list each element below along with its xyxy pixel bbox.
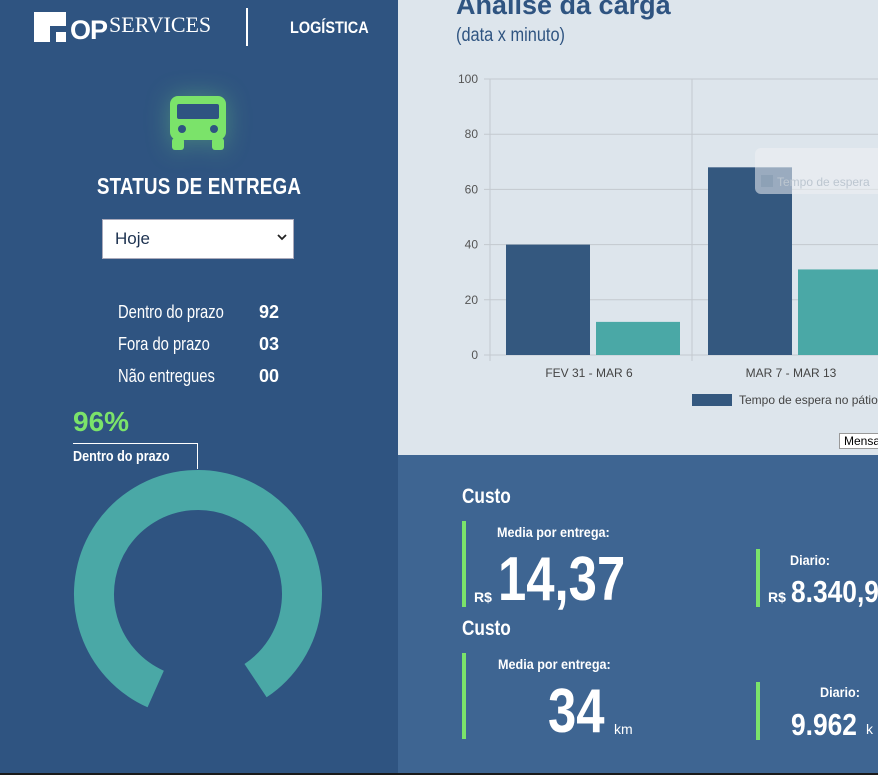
header-divider [246, 8, 248, 46]
accent-bar [462, 653, 466, 739]
callout-line [73, 443, 198, 444]
y-tick-label: 0 [471, 348, 478, 362]
stat-label: Fora do prazo [118, 333, 210, 354]
status-title: STATUS DE ENTREGA [96, 173, 302, 199]
legend-swatch [692, 394, 732, 406]
cost-title: Custo [462, 617, 511, 640]
stat-value: 00 [259, 365, 280, 386]
stat-label: Não entregues [118, 365, 215, 386]
tooltip-swatch [761, 175, 773, 187]
module-title[interactable]: LOGÍSTICA [290, 18, 369, 38]
avg-distance-unit: km [614, 721, 633, 737]
chart-subtitle: (data x minuto) [456, 25, 565, 46]
stat-value: 92 [259, 301, 280, 322]
bar [506, 244, 590, 355]
truck-icon [170, 96, 226, 150]
avg-label: Media por entrega: [497, 524, 610, 540]
on-time-percent-label: Dentro do prazo [73, 448, 170, 465]
accent-bar [756, 682, 760, 740]
logo-mark-icon [34, 12, 66, 42]
period-select[interactable]: Hoje [102, 219, 294, 259]
cost-panel: Custo Media por entrega: R$ 14,37 Diario… [398, 455, 878, 775]
daily-distance-value: 9.962 [791, 707, 857, 742]
stat-row-not-delivered: Não entregues 00 [118, 360, 279, 392]
on-time-donut-chart [74, 470, 322, 708]
tooltip-label: Tempo de espera [777, 175, 870, 189]
daily-distance-unit: k [866, 721, 873, 737]
stat-row-on-time: Dentro do prazo 92 [118, 296, 279, 328]
bar [798, 269, 878, 355]
avg-distance-value: 34 [548, 677, 605, 746]
range-mensal-button[interactable]: Mensal [839, 433, 878, 449]
daily-label: Diario: [820, 684, 860, 700]
donut-arc [74, 470, 322, 708]
x-tick-label: FEV 31 - MAR 6 [545, 366, 633, 380]
load-analysis-panel: 0 20 40 60 80 100 FEV 31 - MAR 6 MAR 7 - MAR 13… [398, 0, 878, 455]
accent-bar [756, 549, 760, 607]
y-tick-label: 20 [465, 293, 479, 307]
daily-cost-value: 8.340,9 [791, 574, 878, 609]
y-tick-label: 100 [458, 72, 478, 86]
status-stats: Dentro do prazo 92 Fora do prazo 03 Não … [118, 296, 279, 392]
accent-bar [462, 521, 466, 607]
stat-row-late: Fora do prazo 03 [118, 328, 279, 360]
y-tick-label: 40 [465, 238, 479, 252]
daily-label: Diario: [790, 552, 830, 568]
logo[interactable]: OP SERVICES [34, 12, 212, 45]
avg-currency: R$ [474, 589, 492, 605]
logo-services-text: SERVICES [109, 12, 212, 37]
sidebar: OP SERVICES LOGÍSTICA STATUS DE ENTREGA … [0, 0, 398, 775]
daily-currency: R$ [768, 589, 786, 605]
avg-cost-value: 14,37 [498, 545, 626, 614]
y-tick-label: 60 [465, 182, 479, 196]
chart-title: Análise da carga [456, 0, 671, 20]
chevron-down-icon [277, 234, 287, 241]
stat-label: Dentro do prazo [118, 301, 224, 322]
bar [596, 321, 680, 355]
bar [708, 167, 792, 355]
stat-value: 03 [259, 333, 280, 354]
cost-title: Custo [462, 485, 511, 508]
on-time-percent: 96% [73, 406, 130, 437]
y-tick-label: 80 [465, 127, 479, 141]
load-analysis-chart: 0 20 40 60 80 100 FEV 31 - MAR 6 MAR 7 - MAR 13… [458, 72, 878, 407]
x-tick-label: MAR 7 - MAR 13 [746, 366, 837, 380]
logo-op-text: OP [70, 15, 108, 45]
legend-label: Tempo de espera no pátio [739, 393, 878, 407]
avg-label: Media por entrega: [498, 656, 611, 672]
period-select-value: Hoje [115, 229, 150, 248]
